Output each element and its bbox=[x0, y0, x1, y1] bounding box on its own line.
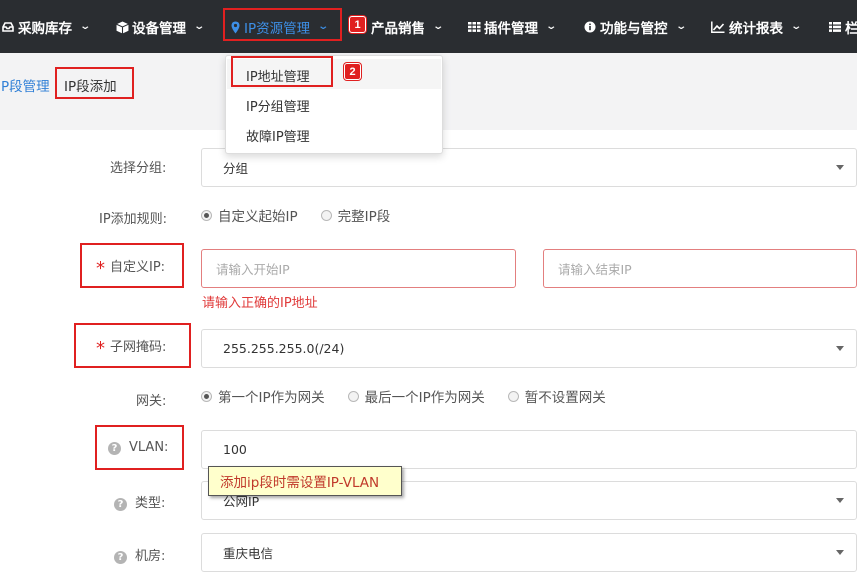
grid-icon bbox=[468, 21, 481, 33]
info-circle-icon bbox=[584, 21, 596, 33]
radio-custom-start-ip[interactable]: 自定义起始IP bbox=[201, 205, 298, 225]
room-select[interactable]: 重庆电信 bbox=[201, 533, 857, 572]
radio-first-ip-gateway[interactable]: 第一个IP作为网关 bbox=[201, 386, 325, 406]
highlight-box-ip-address-management bbox=[231, 56, 333, 87]
ip-error-message: 请输入正确的IP地址 bbox=[202, 296, 318, 311]
nav-item-plugin-management[interactable]: 插件管理 ⌄ bbox=[468, 0, 558, 53]
menu-item-faulty-ip-management[interactable]: 故障IP管理 bbox=[246, 126, 310, 145]
radio-circle-icon bbox=[347, 390, 359, 402]
chevron-down-icon: ⌄ bbox=[790, 21, 803, 32]
type-label: ? 类型: bbox=[114, 492, 165, 511]
start-ip-input[interactable]: 请输入开始IP bbox=[201, 249, 516, 288]
nav-item-statistics[interactable]: 统计报表 ⌄ bbox=[711, 0, 803, 53]
nav-item-function-control[interactable]: 功能与管控 ⌄ bbox=[584, 0, 687, 53]
nav-item-product-sales[interactable]: 产品销售 ⌄ bbox=[371, 0, 445, 53]
highlight-box-vlan bbox=[95, 425, 184, 470]
end-ip-placeholder: 请输入结束IP bbox=[558, 262, 632, 277]
chevron-down-icon: ⌄ bbox=[193, 21, 206, 32]
highlight-box-breadcrumb bbox=[55, 67, 134, 99]
room-select-value: 重庆电信 bbox=[223, 546, 274, 561]
line-chart-icon bbox=[711, 21, 725, 33]
nav-item-label: 统计报表 bbox=[729, 20, 783, 37]
rule-label: IP添加规则: bbox=[99, 212, 168, 227]
highlight-box-ip-resource bbox=[223, 8, 342, 41]
breadcrumb-link-ip-segment-management[interactable]: IP段管理 bbox=[0, 75, 50, 95]
caret-down-icon bbox=[836, 550, 844, 555]
rule-radio-group: 自定义起始IP 完整IP段 bbox=[201, 205, 413, 225]
radio-circle-icon bbox=[201, 390, 212, 402]
vlan-input[interactable]: 100 bbox=[201, 430, 857, 469]
chevron-down-icon: ⌄ bbox=[79, 21, 92, 32]
caret-down-icon bbox=[836, 165, 844, 170]
inbox-icon bbox=[2, 21, 14, 33]
room-label-text: 机房: bbox=[135, 549, 166, 564]
vlan-tooltip: 添加ip段时需设置IP-VLAN bbox=[208, 466, 402, 496]
nav-item-purchase-inventory[interactable]: 采购库存 ⌄ bbox=[2, 0, 92, 53]
nav-item-label: 栏 bbox=[845, 20, 857, 37]
radio-label: 第一个IP作为网关 bbox=[218, 390, 325, 406]
type-label-text: 类型: bbox=[135, 496, 166, 511]
nav-item-more[interactable]: 栏 bbox=[829, 0, 857, 53]
caret-down-icon bbox=[836, 498, 844, 503]
radio-label: 完整IP段 bbox=[337, 209, 391, 225]
nav-item-device-management[interactable]: 设备管理 ⌄ bbox=[116, 0, 206, 53]
highlight-box-custom-ip bbox=[80, 243, 184, 288]
highlight-box-mask bbox=[74, 323, 191, 368]
subnet-mask-select[interactable]: 255.255.255.0(/24) bbox=[201, 329, 857, 368]
nav-item-label: 插件管理 bbox=[484, 20, 538, 37]
step-badge-1: 1 bbox=[349, 16, 366, 33]
chevron-down-icon: ⌄ bbox=[432, 21, 445, 32]
chevron-down-icon: ⌄ bbox=[545, 21, 558, 32]
nav-item-label: 设备管理 bbox=[132, 20, 186, 37]
top-nav-bar: 采购库存 ⌄ 设备管理 ⌄ IP资源管理 ⌄ 产品销售 ⌄ 插件管理 ⌄ 功能与… bbox=[0, 0, 857, 53]
radio-last-ip-gateway[interactable]: 最后一个IP作为网关 bbox=[347, 386, 485, 406]
gateway-radio-group: 第一个IP作为网关 最后一个IP作为网关 暂不设置网关 bbox=[201, 386, 629, 406]
cube-icon bbox=[116, 21, 129, 33]
list-icon bbox=[829, 21, 841, 33]
question-circle-icon[interactable]: ? bbox=[114, 498, 127, 511]
radio-label: 自定义起始IP bbox=[218, 209, 298, 225]
radio-label: 暂不设置网关 bbox=[524, 390, 606, 406]
radio-label: 最后一个IP作为网关 bbox=[364, 390, 485, 406]
radio-circle-icon bbox=[320, 209, 332, 221]
group-select-value: 分组 bbox=[223, 161, 249, 176]
subnet-mask-value: 255.255.255.0(/24) bbox=[223, 341, 345, 356]
question-circle-icon[interactable]: ? bbox=[114, 551, 127, 564]
radio-circle-icon bbox=[507, 390, 519, 402]
start-ip-placeholder: 请输入开始IP bbox=[216, 262, 290, 277]
menu-item-ip-group-management[interactable]: IP分组管理 bbox=[246, 96, 310, 115]
nav-item-label: 采购库存 bbox=[18, 20, 72, 37]
radio-full-ip-segment[interactable]: 完整IP段 bbox=[320, 205, 391, 225]
group-label: 选择分组: bbox=[110, 161, 167, 176]
vlan-value: 100 bbox=[223, 442, 247, 457]
gateway-label: 网关: bbox=[136, 394, 167, 409]
radio-circle-icon bbox=[201, 209, 212, 221]
nav-item-label: 产品销售 bbox=[371, 20, 425, 37]
room-label: ? 机房: bbox=[114, 545, 165, 564]
nav-item-label: 功能与管控 bbox=[600, 20, 668, 37]
chevron-down-icon: ⌄ bbox=[674, 21, 687, 32]
caret-down-icon bbox=[836, 346, 844, 351]
end-ip-input[interactable]: 请输入结束IP bbox=[543, 249, 857, 288]
step-badge-2: 2 bbox=[344, 63, 361, 80]
radio-no-gateway[interactable]: 暂不设置网关 bbox=[507, 386, 606, 406]
